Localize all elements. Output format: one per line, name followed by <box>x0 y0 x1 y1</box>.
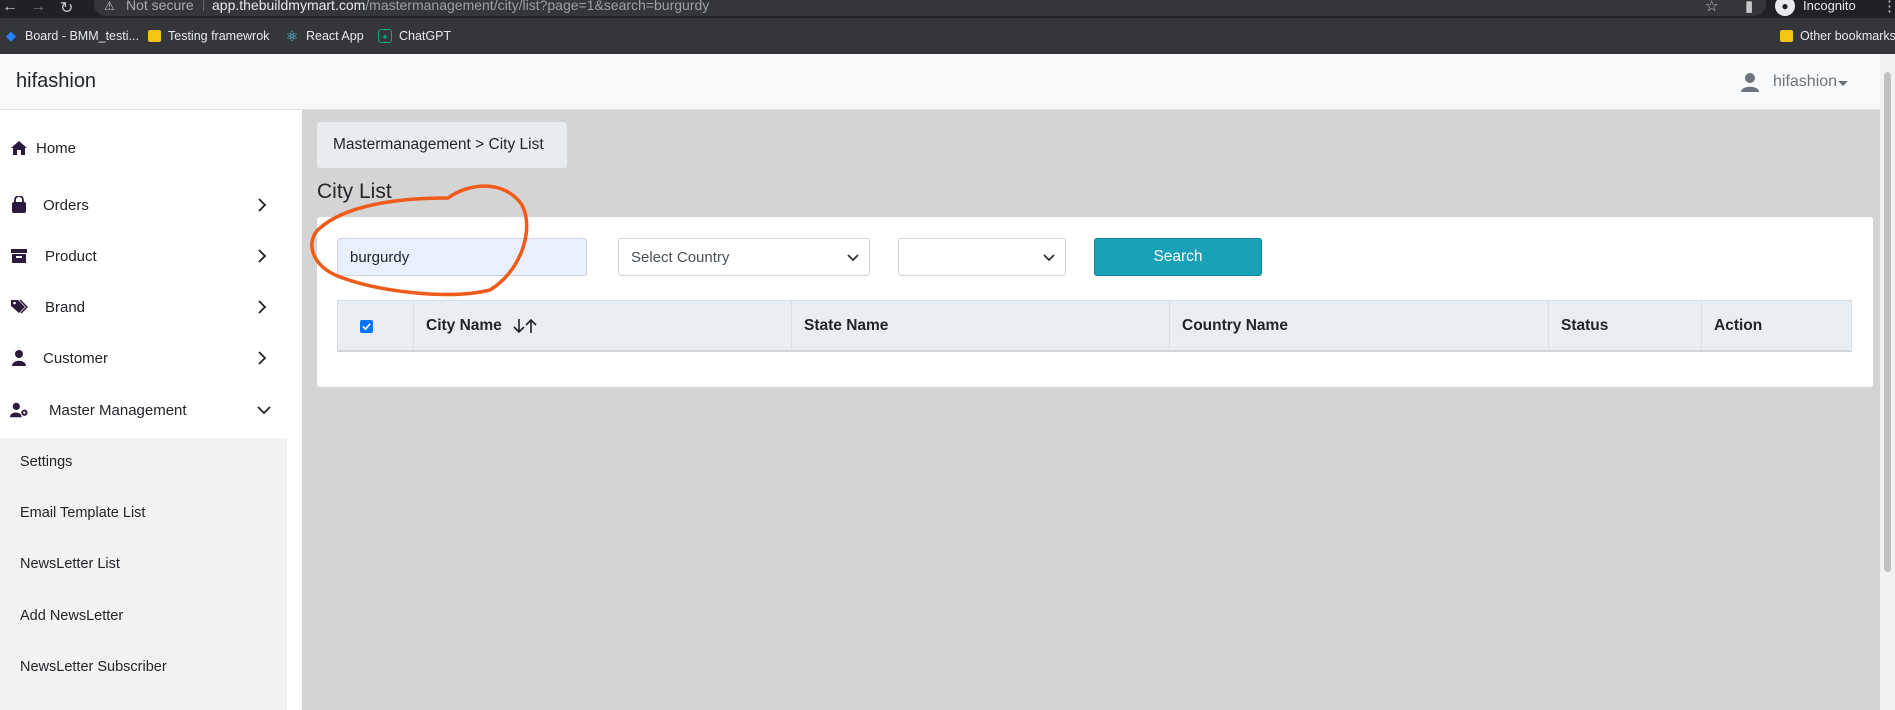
chevron-right-icon <box>258 300 267 314</box>
country-select-value: Select Country <box>631 248 730 266</box>
column-label: Country Name <box>1182 317 1288 334</box>
address-separator <box>203 0 204 11</box>
user-gear-icon <box>10 402 28 418</box>
shopping-bag-icon <box>12 196 26 213</box>
forward-arrow-icon[interactable]: → <box>30 0 46 16</box>
user-menu-label[interactable]: hifashion <box>1773 73 1837 91</box>
sidebar-item-orders[interactable]: Orders <box>0 185 287 225</box>
bookmark-label: Other bookmarks <box>1800 29 1895 43</box>
brand-logo[interactable]: hifashion <box>16 70 96 93</box>
archive-box-icon <box>11 249 27 263</box>
column-label: State Name <box>804 317 889 334</box>
sidebar: Home Orders Product Brand Customer Maste… <box>0 110 302 710</box>
back-arrow-icon[interactable]: ← <box>2 0 18 16</box>
sidebar-item-label: Product <box>45 247 97 265</box>
bookmark-label: ChatGPT <box>399 29 452 43</box>
url-host: app.thebuildmymart.com <box>212 0 366 13</box>
state-select[interactable] <box>898 238 1066 276</box>
chevron-down-icon <box>1043 254 1055 262</box>
bookmark-board[interactable]: ◆ Board - BMM_testi... <box>4 18 139 54</box>
bookmarks-bar: ◆ Board - BMM_testi... Testing framewrok… <box>0 18 1895 54</box>
react-icon: ⚛ <box>285 28 299 44</box>
sidebar-item-brand[interactable]: Brand <box>0 287 287 327</box>
not-secure-label[interactable]: Not secure <box>126 0 194 13</box>
tags-icon <box>11 299 28 314</box>
column-country-name[interactable]: Country Name <box>1170 301 1549 351</box>
sidebar-item-customer[interactable]: Customer <box>0 338 287 378</box>
sidebar-item-label: Customer <box>43 349 109 367</box>
sidebar-item-product[interactable]: Product <box>0 236 287 276</box>
submenu-item-newsletter-subscriber[interactable]: NewsLetter Subscriber <box>20 659 167 675</box>
sidebar-item-label: Brand <box>45 298 86 316</box>
submenu-item-settings[interactable]: Settings <box>20 454 72 470</box>
main-content: Mastermanagement > City List City List S… <box>302 110 1880 710</box>
column-label: Status <box>1561 317 1609 334</box>
search-button[interactable]: Search <box>1094 238 1262 276</box>
bookmark-react-app[interactable]: ⚛ React App <box>285 18 364 54</box>
page-title: City List <box>317 180 392 203</box>
column-status[interactable]: Status <box>1549 301 1702 351</box>
user-icon[interactable] <box>1739 71 1761 93</box>
select-all-cell <box>338 301 414 351</box>
column-label: Action <box>1714 317 1763 334</box>
address-url[interactable]: app.thebuildmymart.com/mastermanagement/… <box>212 0 709 13</box>
bookmark-label: Testing framewrok <box>168 29 270 43</box>
submenu-item-newsletter-list[interactable]: NewsLetter List <box>20 556 120 572</box>
master-management-submenu: Settings Email Template List NewsLetter … <box>0 438 287 710</box>
bookmark-other[interactable]: Other bookmarks <box>1780 18 1895 54</box>
city-table-header: City Name State Name Country Name Status… <box>337 300 1852 352</box>
submenu-item-email-template-list[interactable]: Email Template List <box>20 505 145 521</box>
sidebar-item-label: Master Management <box>49 401 187 419</box>
bookmark-chatgpt[interactable]: ✦ ChatGPT <box>378 18 451 54</box>
column-action[interactable]: Action <box>1702 301 1851 351</box>
menu-dots-icon[interactable]: ⋮ <box>1882 0 1895 15</box>
folder-icon <box>148 30 161 42</box>
sidebar-item-label: Home <box>36 139 77 157</box>
sidebar-item-master-management[interactable]: Master Management <box>0 390 287 430</box>
star-icon[interactable]: ☆ <box>1705 0 1718 15</box>
warning-icon[interactable]: ⚠ <box>104 0 115 13</box>
url-path: /mastermanagement/city/list?page=1&searc… <box>365 0 710 13</box>
chevron-down-icon <box>847 254 859 262</box>
bookmark-testing-framework[interactable]: Testing framewrok <box>148 18 269 54</box>
chevron-right-icon <box>258 198 267 212</box>
side-panel-icon[interactable]: ▮ <box>1745 0 1753 15</box>
column-state-name[interactable]: State Name <box>792 301 1170 351</box>
home-icon <box>11 141 27 155</box>
bookmark-label: React App <box>306 29 364 43</box>
incognito-label[interactable]: Incognito <box>1803 0 1856 13</box>
chevron-right-icon <box>258 351 267 365</box>
user-icon <box>12 350 26 366</box>
country-select[interactable]: Select Country <box>618 238 870 276</box>
folder-icon <box>1780 30 1793 42</box>
caret-down-icon[interactable] <box>1838 81 1848 86</box>
reload-icon[interactable]: ↻ <box>60 0 73 18</box>
column-city-name[interactable]: City Name <box>414 301 792 351</box>
chatgpt-icon: ✦ <box>378 29 392 43</box>
sidebar-item-home[interactable]: Home <box>0 128 287 168</box>
search-input[interactable] <box>337 238 587 276</box>
checkmark-icon <box>362 322 371 330</box>
column-label: City Name <box>426 317 502 334</box>
app-header: hifashion hifashion <box>0 54 1880 110</box>
select-all-checkbox[interactable] <box>360 319 373 333</box>
sort-icon[interactable] <box>512 318 538 334</box>
submenu-item-add-newsletter[interactable]: Add NewsLetter <box>20 608 123 624</box>
scrollbar-thumb[interactable] <box>1884 72 1891 572</box>
bookmark-label: Board - BMM_testi... <box>25 29 139 43</box>
jira-icon: ◆ <box>6 28 16 43</box>
sidebar-item-label: Orders <box>43 196 89 214</box>
chevron-right-icon <box>258 249 267 263</box>
breadcrumb[interactable]: Mastermanagement > City List <box>317 122 567 168</box>
chevron-down-icon <box>257 406 271 415</box>
